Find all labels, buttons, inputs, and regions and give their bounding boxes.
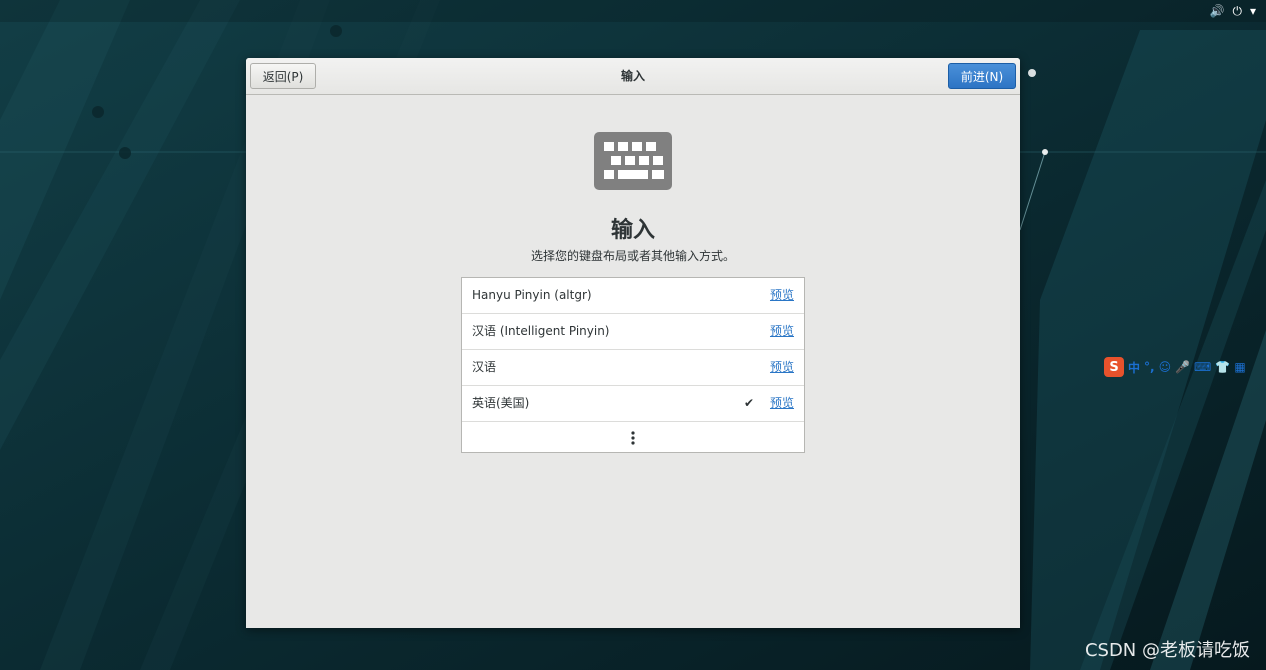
input-source-label: 汉语 (Intelligent Pinyin) (472, 324, 610, 338)
input-source-label: 汉语 (472, 360, 497, 374)
more-vertical-icon[interactable] (631, 430, 635, 445)
input-source-row-selected[interactable]: 英语(美国) ✔ 预览 (462, 386, 804, 422)
dialog-title: 输入 (620, 69, 645, 83)
input-source-row[interactable]: 汉语 预览 (462, 350, 804, 386)
input-source-row[interactable]: 汉语 (Intelligent Pinyin) 预览 (462, 314, 804, 350)
keyboard-toggle-icon[interactable]: ⌨ (1194, 360, 1211, 374)
ime-toolbar: S 中 °, ☺ 🎤 ⌨ 👕 ▦ (1104, 357, 1246, 377)
desktop: 🔊 ⏻ ▾ 输入 返回(P) 前进(N) 输入 选择您的键盘布局或者其他输入方式… (0, 0, 1266, 670)
more-options-row[interactable] (462, 422, 804, 453)
watermark: CSDN @老板请吃饭 (1084, 640, 1250, 661)
emoji-icon[interactable]: ☺ (1159, 360, 1172, 374)
initial-setup-dialog: 输入 返回(P) 前进(N) 输入 选择您的键盘布局或者其他输入方式。 Hany… (246, 58, 1020, 628)
top-bar: 🔊 ⏻ ▾ (0, 0, 1266, 22)
input-source-label: Hanyu Pinyin (altgr) (472, 288, 592, 302)
input-source-row[interactable]: Hanyu Pinyin (altgr) 预览 (462, 278, 804, 314)
preview-link[interactable]: 预览 (770, 278, 794, 313)
back-button[interactable]: 返回(P) (250, 63, 316, 89)
punctuation-icon[interactable]: °, (1144, 360, 1155, 374)
system-tray[interactable]: 🔊 ⏻ ▾ (1210, 3, 1256, 19)
ime-mode-toggle[interactable]: 中 (1128, 359, 1140, 376)
ime-logo-icon[interactable]: S (1104, 357, 1124, 377)
preview-link[interactable]: 预览 (770, 314, 794, 349)
microphone-icon[interactable]: 🎤 (1175, 360, 1190, 374)
input-source-label: 英语(美国) (472, 396, 530, 410)
power-icon[interactable]: ⏻ (1232, 3, 1242, 19)
chevron-down-icon[interactable]: ▾ (1250, 3, 1256, 19)
checkmark-icon: ✔ (743, 396, 754, 410)
page-subtitle: 选择您的键盘布局或者其他输入方式。 (530, 249, 735, 263)
preview-link[interactable]: 预览 (770, 386, 794, 421)
page-heading: 输入 (610, 218, 655, 243)
skin-icon[interactable]: 👕 (1215, 360, 1230, 374)
preview-link[interactable]: 预览 (770, 350, 794, 385)
keyboard-icon (594, 132, 672, 190)
next-button[interactable]: 前进(N) (948, 63, 1016, 89)
input-source-list: Hanyu Pinyin (altgr) 预览 汉语 (Intelligent … (461, 277, 805, 453)
dialog-header: 输入 返回(P) 前进(N) (246, 58, 1020, 95)
apps-grid-icon[interactable]: ▦ (1234, 360, 1245, 374)
volume-icon[interactable]: 🔊 (1210, 3, 1225, 19)
